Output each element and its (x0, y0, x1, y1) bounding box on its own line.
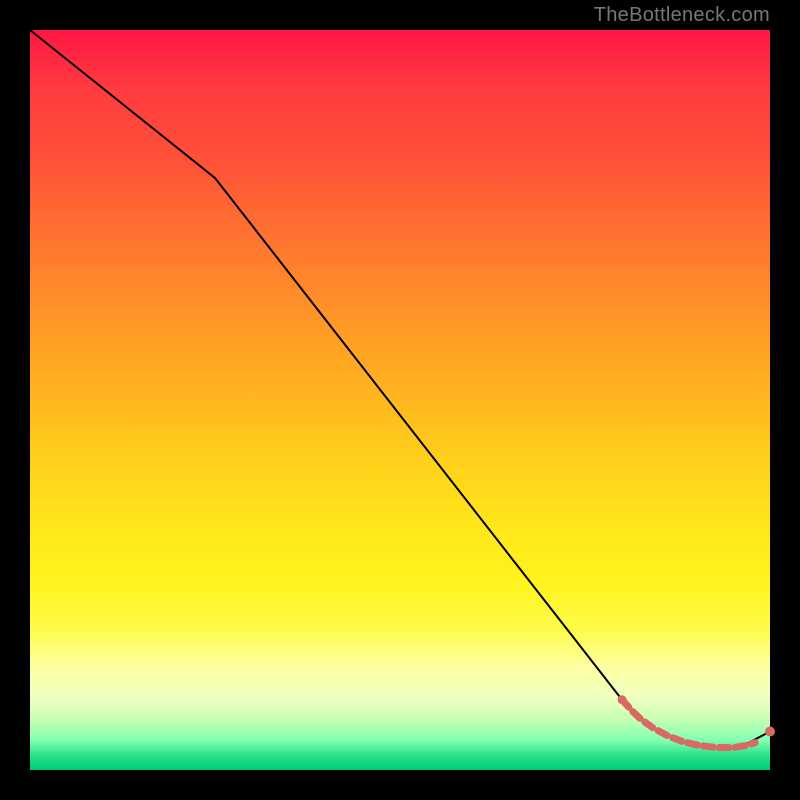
chart-overlay (30, 30, 770, 770)
chart-frame: TheBottleneck.com (0, 0, 800, 800)
main-curve-line (30, 30, 770, 748)
end-marker (765, 727, 775, 737)
lower-dotted-line (618, 695, 756, 747)
watermark-text: TheBottleneck.com (594, 4, 770, 27)
